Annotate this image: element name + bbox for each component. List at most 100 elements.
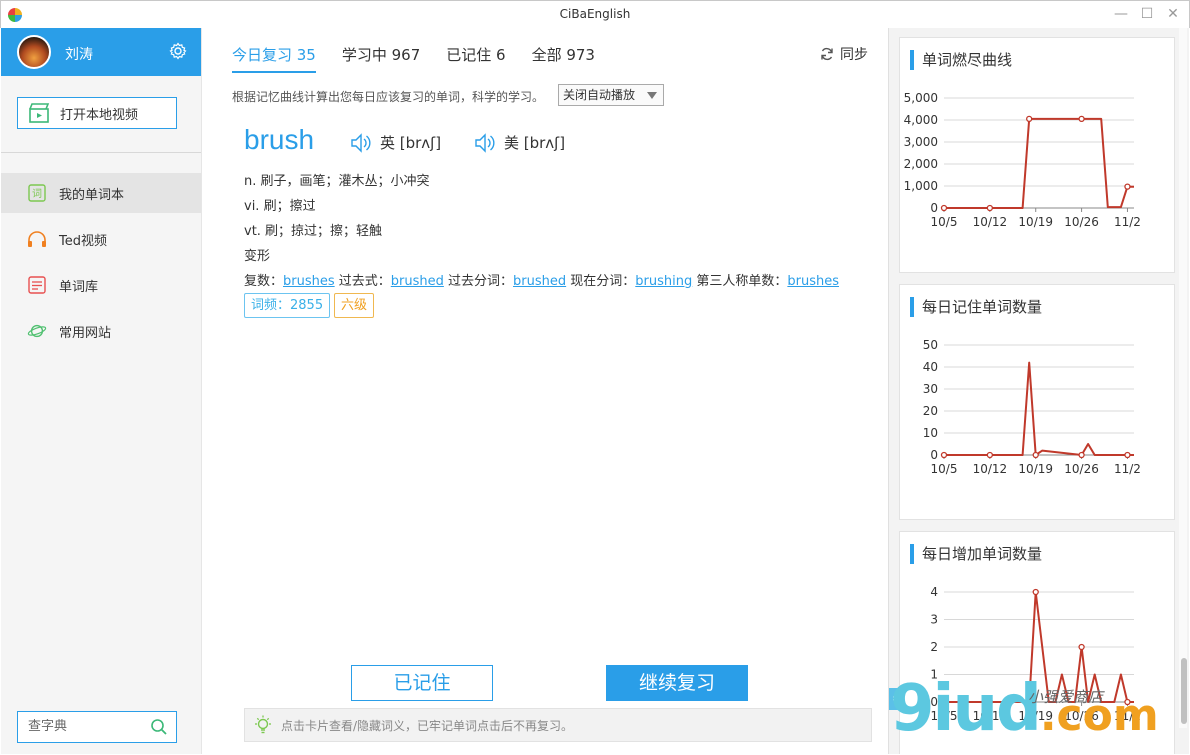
vocab-book-icon: 词 [27, 183, 47, 203]
chart-title: 单词燃尽曲线 [910, 50, 1012, 70]
sync-label: 同步 [840, 47, 868, 63]
x-tick-label: 11/2 [1114, 462, 1141, 476]
search-icon[interactable] [150, 718, 168, 736]
sidebar-item-vocab-book[interactable]: 词 我的单词本 [1, 173, 201, 213]
y-tick-label: 0 [930, 201, 938, 215]
frequency-badge: 词频：2855 [244, 293, 331, 318]
close-button[interactable]: ✕ [1165, 5, 1181, 23]
y-tick-label: 2,000 [904, 157, 938, 171]
past-participle-label: 过去分词： [443, 274, 514, 289]
y-tick-label: 2 [930, 640, 938, 654]
dict-search-input[interactable] [28, 719, 138, 734]
x-tick-label: 10/26 [1064, 709, 1099, 723]
data-point [1078, 115, 1085, 123]
series-line [944, 361, 1134, 456]
third-person-link[interactable]: brushes [787, 274, 839, 289]
series-line [944, 117, 1134, 209]
daily-remembered-chart: 0 10 20 30 40 50 10/5 10/12 10/19 10/26 11/2 [923, 338, 1141, 476]
x-tick-label: 10/26 [1064, 462, 1099, 476]
x-tick-label: 10/5 [931, 709, 958, 723]
chart-title: 每日增加单词数量 [910, 544, 1042, 564]
headphones-icon [27, 229, 47, 249]
x-tick-label: 10/12 [973, 462, 1008, 476]
inflection-heading: 变形 [244, 249, 271, 264]
remembered-button[interactable]: 已记住 [351, 665, 493, 701]
maximize-button[interactable]: ☐ [1139, 5, 1155, 23]
definition-vt: vt. 刷；掠过；擦；轻触 [244, 224, 383, 239]
sidebar-item-label: Ted视频 [59, 233, 107, 249]
tab-remembered[interactable]: 已记住 6 [446, 44, 505, 73]
pron-us[interactable]: 美 [brʌʃ] [474, 132, 565, 153]
data-point [1124, 698, 1131, 706]
y-tick-label: 30 [923, 382, 938, 396]
gear-icon[interactable] [169, 42, 187, 60]
collapse-panel-button[interactable]: › [889, 688, 899, 710]
planet-icon [27, 321, 47, 341]
data-point [1078, 451, 1085, 459]
x-tick-label: 11/2 [1114, 709, 1141, 723]
data-point [940, 698, 948, 706]
plural-link[interactable]: brushes [283, 274, 335, 289]
tab-learning[interactable]: 学习中 967 [342, 44, 420, 73]
autoplay-selected-value: 关闭自动播放 [563, 88, 636, 102]
sidebar-item-word-library[interactable]: 单词库 [1, 265, 201, 305]
autoplay-select[interactable]: 关闭自动播放 [558, 84, 664, 106]
present-participle-link[interactable]: brushing [635, 274, 692, 289]
sidebar-item-label: 单词库 [59, 279, 99, 295]
data-point [940, 451, 948, 459]
y-tick-label: 3 [930, 613, 938, 627]
sidebar-item-ted-video[interactable]: Ted视频 [1, 219, 201, 259]
data-point [1078, 643, 1085, 651]
main-panel: 今日复习 35 学习中 967 已记住 6 全部 973 同步 根据记忆曲线计算… [202, 28, 888, 754]
y-tick-label: 1,000 [904, 179, 938, 193]
chart-title: 每日记住单词数量 [910, 297, 1042, 317]
daily-added-chart-card: 每日增加单词数量 0 1 2 3 4 10/5 10/12 10/19 10/26 11/2 [899, 531, 1175, 754]
stats-panel: 单词燃尽曲线 0 1,000 2,000 3,000 4,000 5,000 10/5 10/… [888, 28, 1189, 754]
review-hint: 根据记忆曲线计算出您每日应该复习的单词，科学的学习。 [232, 90, 545, 104]
y-tick-label: 1 [930, 668, 938, 682]
avatar[interactable] [17, 35, 51, 69]
scrollbar-thumb[interactable] [1181, 658, 1187, 724]
third-person-label: 第三人称单数： [692, 274, 788, 289]
x-tick-label: 10/19 [1018, 215, 1053, 229]
x-tick-label: 10/12 [973, 709, 1008, 723]
sidebar-nav: 词 我的单词本 Ted视频 单词库 常用网站 [1, 173, 201, 357]
y-tick-label: 20 [923, 404, 938, 418]
past-participle-link[interactable]: brushed [513, 274, 566, 289]
sidebar-item-common-sites[interactable]: 常用网站 [1, 311, 201, 351]
level-badge: 六级 [334, 293, 375, 318]
pron-uk[interactable]: 英 [brʌʃ] [350, 132, 441, 153]
data-point [986, 451, 994, 459]
window-title: CiBaEnglish [559, 7, 631, 21]
present-participle-label: 现在分词： [566, 274, 636, 289]
user-name[interactable]: 刘涛 [65, 44, 93, 64]
y-tick-label: 3,000 [904, 135, 938, 149]
daily-remembered-chart-card: 每日记住单词数量 0 10 20 30 40 50 10/5 10/12 10/19 10/26 1… [899, 284, 1175, 520]
x-tick-label: 10/5 [931, 215, 958, 229]
word-headword[interactable]: brush [244, 124, 314, 156]
minimize-button[interactable]: — [1113, 5, 1129, 23]
tab-today-review[interactable]: 今日复习 35 [232, 44, 316, 73]
sidebar-divider [1, 152, 201, 153]
data-point [940, 204, 948, 212]
video-clapper-icon [29, 103, 50, 123]
open-local-video-button[interactable]: 打开本地视频 [17, 97, 177, 129]
sidebar-item-label: 常用网站 [59, 325, 112, 341]
past-link[interactable]: brushed [391, 274, 444, 289]
x-tick-label: 10/19 [1018, 462, 1053, 476]
x-tick-label: 10/5 [931, 462, 958, 476]
data-point [986, 698, 994, 706]
open-local-video-label: 打开本地视频 [60, 107, 139, 123]
speaker-icon [351, 132, 371, 153]
continue-review-button[interactable]: 继续复习 [606, 665, 748, 701]
sidebar-item-label: 我的单词本 [59, 187, 125, 203]
y-tick-label: 0 [930, 448, 938, 462]
dict-search-box [17, 711, 177, 743]
y-tick-label: 0 [930, 695, 938, 709]
y-tick-label: 4,000 [904, 113, 938, 127]
sync-button[interactable]: 同步 [820, 44, 868, 64]
tab-all[interactable]: 全部 973 [532, 44, 595, 73]
data-point [1124, 451, 1131, 459]
chevron-down-icon [647, 92, 657, 99]
scrollbar-track[interactable] [1179, 28, 1187, 728]
